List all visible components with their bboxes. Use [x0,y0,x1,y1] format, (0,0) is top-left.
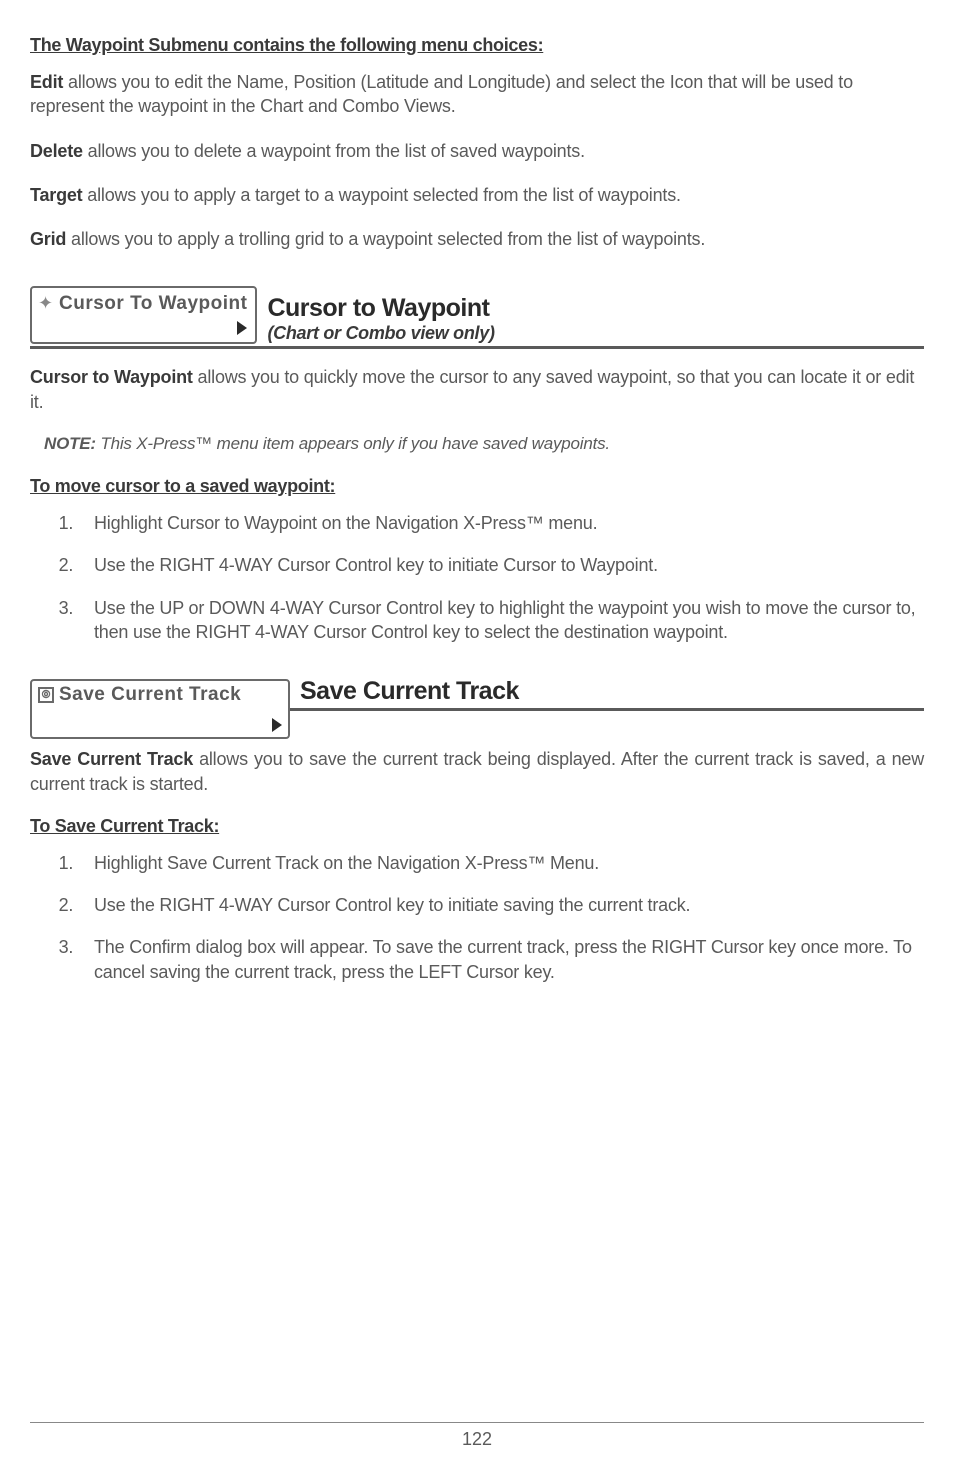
menu-header: ⦾ Save Current Track Save Current Track [30,679,924,739]
steps-list: Highlight Save Current Track on the Navi… [78,851,924,984]
list-item: The Confirm dialog box will appear. To s… [78,935,924,984]
section-subtitle: (Chart or Combo view only) [267,323,924,344]
cursor-desc-paragraph: Cursor to Waypoint allows you to quickly… [30,365,924,414]
note-text-content: This X-Press™ menu item appears only if … [96,434,610,453]
waypoint-icon [40,297,55,312]
page-footer: 122 [30,1422,924,1450]
cursor-to-waypoint-section: Cursor To Waypoint Cursor to Waypoint (C… [30,286,924,644]
list-item: Use the RIGHT 4-WAY Cursor Control key t… [78,553,924,577]
steps-heading: To Save Current Track: [30,816,924,837]
steps-list: Highlight Cursor to Waypoint on the Navi… [78,511,924,644]
steps-heading: To move cursor to a saved waypoint: [30,476,924,497]
menu-button-label: Save Current Track [59,684,241,706]
section-title: Save Current Track [300,677,519,706]
section-divider [30,346,924,349]
edit-paragraph: Edit allows you to edit the Name, Positi… [30,70,924,119]
target-paragraph: Target allows you to apply a target to a… [30,183,924,207]
save-current-track-menu-item: ⦾ Save Current Track [30,679,290,739]
list-item: Use the UP or DOWN 4-WAY Cursor Control … [78,596,924,645]
cursor-to-waypoint-menu-item: Cursor To Waypoint [30,286,257,344]
delete-label: Delete [30,141,83,161]
list-item: Highlight Cursor to Waypoint on the Navi… [78,511,924,535]
section-title: Cursor to Waypoint [267,294,924,323]
menu-button-label: Cursor To Waypoint [59,293,247,315]
note-label: NOTE: [44,434,96,453]
target-text: allows you to apply a target to a waypoi… [82,185,680,205]
save-icon: ⦾ [38,687,54,703]
grid-label: Grid [30,229,66,249]
menu-header: Cursor To Waypoint Cursor to Waypoint (C… [30,286,924,344]
grid-paragraph: Grid allows you to apply a trolling grid… [30,227,924,251]
list-item: Highlight Save Current Track on the Navi… [78,851,924,875]
grid-text: allows you to apply a trolling grid to a… [66,229,705,249]
section-title-block: Save Current Track [290,679,924,711]
list-item: Use the RIGHT 4-WAY Cursor Control key t… [78,893,924,917]
delete-paragraph: Delete allows you to delete a waypoint f… [30,139,924,163]
target-label: Target [30,185,82,205]
sct-desc-paragraph: Save Current Track allows you to save th… [30,747,924,796]
waypoint-submenu-heading: The Waypoint Submenu contains the follow… [30,35,924,56]
menu-titles: Cursor to Waypoint (Chart or Combo view … [257,286,924,344]
chevron-right-icon [237,321,247,339]
save-current-track-section: ⦾ Save Current Track Save Current Track … [30,679,924,984]
note-paragraph: NOTE: This X-Press™ menu item appears on… [44,434,924,454]
footer-divider [30,1422,924,1423]
chevron-right-icon [272,718,282,736]
cursor-desc-lead: Cursor to Waypoint [30,367,193,387]
sct-desc-lead: Save Current Track [30,749,193,769]
edit-text: allows you to edit the Name, Position (L… [30,72,853,116]
page-number: 122 [30,1429,924,1450]
edit-label: Edit [30,72,63,92]
delete-text: allows you to delete a waypoint from the… [83,141,585,161]
